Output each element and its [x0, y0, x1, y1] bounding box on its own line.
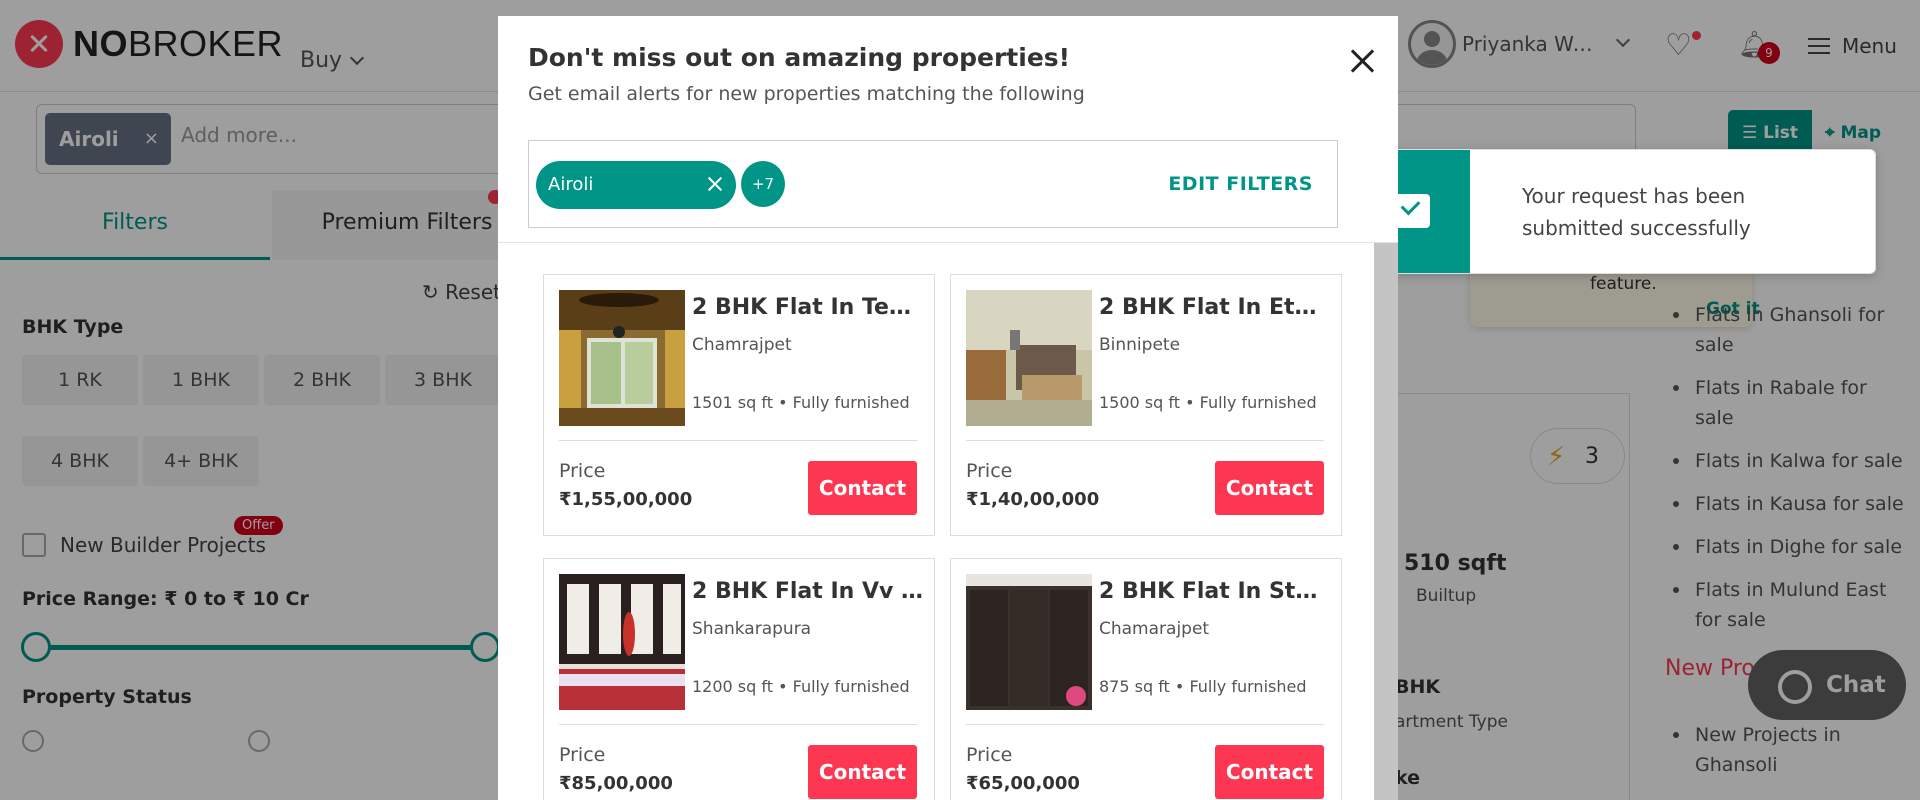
contact-button[interactable]: Contact	[808, 461, 917, 515]
card-divider	[966, 724, 1324, 725]
property-card[interactable]: 2 BHK Flat In Vv Res... Shankarapura 120…	[543, 558, 935, 800]
alert-filters-box: Airoli +7 EDIT FILTERS	[528, 140, 1338, 228]
property-photo	[559, 290, 685, 426]
property-meta: 875 sq ft • Fully furnished	[1099, 677, 1307, 696]
property-meta: 1200 sq ft • Fully furnished	[692, 677, 910, 696]
close-icon[interactable]	[1348, 46, 1378, 76]
price-label: Price	[966, 744, 1013, 766]
property-title: 2 BHK Flat In Eta Ga...	[1099, 295, 1331, 320]
property-location: Shankarapura	[692, 619, 812, 639]
property-meta: 1500 sq ft • Fully furnished	[1099, 393, 1317, 412]
more-filters-badge[interactable]: +7	[741, 161, 785, 207]
modal-subtitle: Get email alerts for new properties matc…	[528, 83, 1085, 105]
price-value: ₹1,55,00,000	[559, 489, 693, 510]
price-label: Price	[559, 744, 606, 766]
chip-close-icon[interactable]	[706, 175, 724, 193]
property-title: 2 BHK Flat In Stand...	[1099, 579, 1331, 604]
property-photo	[966, 574, 1092, 710]
price-value: ₹85,00,000	[559, 773, 673, 794]
filter-chip-label: Airoli	[548, 174, 594, 195]
property-card[interactable]: 2 BHK Flat In Stand... Chamarajpet 875 s…	[950, 558, 1342, 800]
card-divider	[966, 440, 1324, 441]
contact-button[interactable]: Contact	[808, 745, 917, 799]
edit-filters-button[interactable]: EDIT FILTERS	[1168, 173, 1313, 195]
modal-scrollbar[interactable]	[1374, 243, 1398, 800]
contact-button[interactable]: Contact	[1215, 745, 1324, 799]
price-label: Price	[559, 460, 606, 482]
modal-title: Don't miss out on amazing properties!	[528, 43, 1071, 72]
price-label: Price	[966, 460, 1013, 482]
contact-button[interactable]: Contact	[1215, 461, 1324, 515]
property-card[interactable]: 2 BHK Flat In Eta Ga... Binnipete 1500 s…	[950, 274, 1342, 536]
property-title: 2 BHK Flat In Vv Res...	[692, 579, 924, 604]
property-photo	[966, 290, 1092, 426]
price-value: ₹1,40,00,000	[966, 489, 1100, 510]
email-alert-modal: Don't miss out on amazing properties! Ge…	[498, 16, 1398, 800]
property-card[interactable]: 2 BHK Flat In Templ... Chamrajpet 1501 s…	[543, 274, 935, 536]
card-divider	[559, 724, 917, 725]
success-toast: Your request has been submitted successf…	[1349, 149, 1876, 274]
property-location: Chamrajpet	[692, 335, 792, 355]
modal-divider	[498, 242, 1398, 243]
card-divider	[559, 440, 917, 441]
filter-chip: Airoli	[536, 161, 736, 209]
property-location: Chamarajpet	[1099, 619, 1210, 639]
property-title: 2 BHK Flat In Templ...	[692, 295, 924, 320]
property-location: Binnipete	[1099, 335, 1181, 355]
property-meta: 1501 sq ft • Fully furnished	[692, 393, 910, 412]
property-photo	[559, 574, 685, 710]
price-value: ₹65,00,000	[966, 773, 1080, 794]
toast-message: Your request has been submitted successf…	[1522, 184, 1751, 240]
